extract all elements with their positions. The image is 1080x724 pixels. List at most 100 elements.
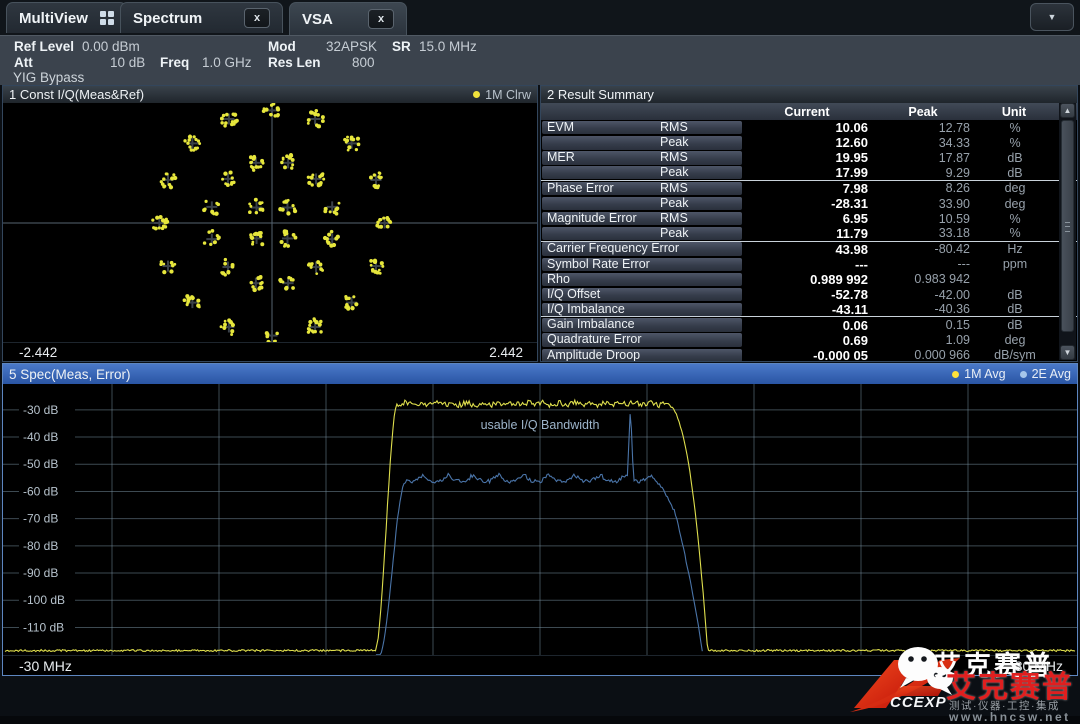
value-peak: 17.87 <box>874 151 974 165</box>
window-constellation-titlebar[interactable]: 1 Const I/Q(Meas&Ref) 1M Clrw <box>3 86 537 103</box>
value-current: 7.98 <box>742 181 874 196</box>
tab-spectrum[interactable]: Spectrum x <box>120 2 283 33</box>
value-peak: 1.09 <box>874 333 974 347</box>
svg-text:-100 dB: -100 dB <box>23 593 65 607</box>
constellation-plot[interactable] <box>3 103 537 343</box>
trace-color-icon <box>952 371 959 378</box>
sr-value[interactable]: 15.0 MHz <box>419 39 477 54</box>
yig-bypass-label: YIG Bypass <box>13 70 84 85</box>
row-label: Peak <box>542 197 742 211</box>
row-label: EVMRMS <box>542 121 742 135</box>
tab-multiview[interactable]: MultiView <box>6 2 127 33</box>
trace-legend-1m-avg: 1M Avg <box>952 367 1005 381</box>
att-label: Att <box>14 55 33 70</box>
row-label: Phase ErrorRMS <box>542 182 742 196</box>
row-label: Peak <box>542 136 742 150</box>
value-peak: 33.18 <box>874 226 974 240</box>
value-unit: % <box>974 136 1056 150</box>
spectrum-x-scale: -30 MHz 30 MHz <box>3 655 1077 675</box>
value-peak: 12.78 <box>874 121 974 135</box>
x-min-label: -2.442 <box>19 345 57 360</box>
svg-text:-60 dB: -60 dB <box>23 484 58 498</box>
value-peak: 8.26 <box>874 181 974 195</box>
value-unit: deg <box>974 333 1056 347</box>
svg-text:-90 dB: -90 dB <box>23 566 58 580</box>
att-value[interactable]: 10 dB <box>110 55 145 70</box>
table-row: Peak12.6034.33% <box>541 135 1077 150</box>
value-unit: dB <box>974 318 1056 332</box>
scrollbar-thumb[interactable] <box>1061 120 1074 332</box>
trace-legend-1m-clrw: 1M Clrw <box>473 88 531 102</box>
tab-overflow-button[interactable]: ▼ <box>1030 3 1074 31</box>
spectrum-plot[interactable]: -30 dB-40 dB-50 dB-60 dB-70 dB-80 dB-90 … <box>3 384 1077 656</box>
tab-vsa-label: VSA <box>302 11 333 28</box>
value-peak: -80.42 <box>874 242 974 256</box>
vsa-screen: MultiView Spectrum x VSA x ▼ Ref Level 0… <box>0 0 1080 716</box>
value-unit: deg <box>974 197 1056 211</box>
value-peak: -42.00 <box>874 288 974 302</box>
window-result-summary-title: 2 Result Summary <box>547 87 654 102</box>
row-label: Symbol Rate Error <box>542 258 742 272</box>
scroll-down-icon[interactable]: ▼ <box>1060 345 1075 360</box>
result-table-body: EVMRMS10.0612.78%Peak12.6034.33%MERRMS19… <box>541 120 1077 361</box>
result-table: Current Peak Unit EVMRMS10.0612.78%Peak1… <box>541 103 1077 361</box>
window-spectrum-titlebar[interactable]: 5 Spec(Meas, Error) 1M Avg 2E Avg <box>3 364 1077 384</box>
constellation-x-scale: -2.442 2.442 <box>3 342 537 361</box>
value-current: -28.31 <box>742 196 874 211</box>
value-unit: deg <box>974 181 1056 195</box>
window-spectrum-title: 5 Spec(Meas, Error) <box>9 367 131 382</box>
ccexp-logo-text: CCEXP <box>890 694 947 711</box>
row-label: Peak <box>542 166 742 180</box>
ref-level-label: Ref Level <box>14 39 74 54</box>
value-peak: 33.90 <box>874 197 974 211</box>
value-unit: ppm <box>974 257 1056 271</box>
table-row: Phase ErrorRMS7.988.26deg <box>541 181 1077 196</box>
ref-level-value[interactable]: 0.00 dBm <box>82 39 140 54</box>
result-table-header: Current Peak Unit <box>541 103 1077 120</box>
table-row: Amplitude Droop-0.000 050.000 966dB/sym <box>541 348 1077 361</box>
value-current: 6.95 <box>742 211 874 226</box>
res-len-value[interactable]: 800 <box>352 55 375 70</box>
mod-value[interactable]: 32APSK <box>326 39 377 54</box>
value-current: 43.98 <box>742 242 874 257</box>
table-row: I/Q Imbalance-43.11-40.36dB <box>541 302 1077 317</box>
usable-iq-bandwidth-annotation: usable I/Q Bandwidth <box>481 418 600 432</box>
window-constellation-title: 1 Const I/Q(Meas&Ref) <box>9 87 144 102</box>
close-icon[interactable]: x <box>244 8 270 28</box>
value-current: -52.78 <box>742 287 874 302</box>
window-spectrum: 5 Spec(Meas, Error) 1M Avg 2E Avg -30 dB… <box>2 363 1078 676</box>
svg-text:-50 dB: -50 dB <box>23 457 58 471</box>
value-unit: dB/sym <box>974 348 1056 361</box>
freq-label: Freq <box>160 55 189 70</box>
value-peak: 0.983 942 <box>874 272 974 286</box>
value-current: 0.06 <box>742 318 874 333</box>
value-peak: 0.000 966 <box>874 348 974 361</box>
value-peak: 34.33 <box>874 136 974 150</box>
value-current: -0.000 05 <box>742 348 874 361</box>
freq-value[interactable]: 1.0 GHz <box>202 55 252 70</box>
scroll-up-icon[interactable]: ▲ <box>1060 103 1075 118</box>
x-left-label: -30 MHz <box>19 658 72 674</box>
tab-multiview-label: MultiView <box>19 10 88 27</box>
value-unit: % <box>974 212 1056 226</box>
tab-vsa[interactable]: VSA x <box>289 2 407 35</box>
row-label: Gain Imbalance <box>542 318 742 332</box>
x-max-label: 2.442 <box>489 345 523 360</box>
result-table-scrollbar[interactable]: ▲ ▼ <box>1059 103 1076 360</box>
table-row: Quadrature Error0.691.09deg <box>541 333 1077 348</box>
value-peak: 0.15 <box>874 318 974 332</box>
trace-color-icon <box>473 91 480 98</box>
table-row: Symbol Rate Error------ppm <box>541 257 1077 272</box>
row-label: Peak <box>542 227 742 241</box>
value-unit: Hz <box>974 242 1056 256</box>
value-current: 0.69 <box>742 333 874 348</box>
table-row: Peak11.7933.18% <box>541 226 1077 241</box>
window-result-summary-titlebar[interactable]: 2 Result Summary <box>541 86 1077 103</box>
watermark-url: www.hncsw.net <box>949 710 1071 724</box>
value-unit: dB <box>974 166 1056 180</box>
close-icon[interactable]: x <box>368 9 394 29</box>
value-unit: dB <box>974 302 1056 316</box>
value-current: -43.11 <box>742 302 874 317</box>
row-label: Carrier Frequency Error <box>542 242 742 256</box>
row-label: MERRMS <box>542 151 742 165</box>
